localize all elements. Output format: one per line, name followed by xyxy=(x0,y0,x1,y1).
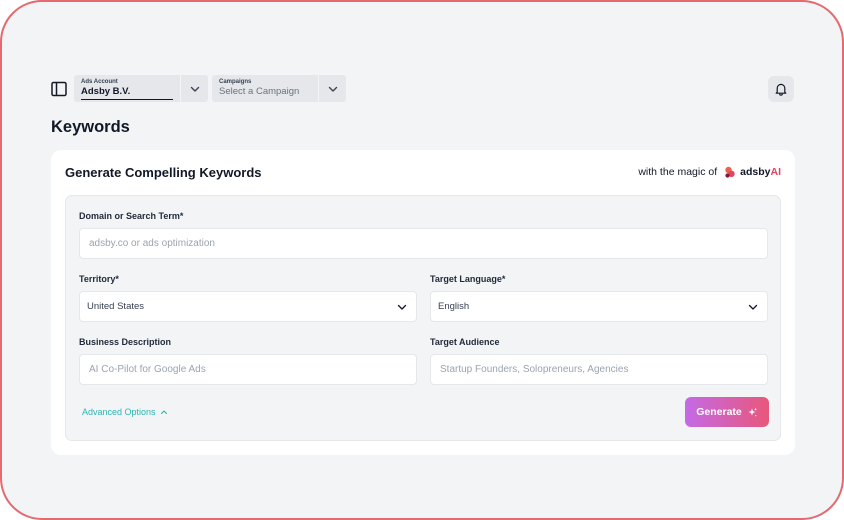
business-description-input[interactable]: AI Co-Pilot for Google Ads xyxy=(79,354,417,385)
campaign-select[interactable]: Campaigns Select a Campaign xyxy=(212,75,346,102)
campaign-field[interactable]: Campaigns Select a Campaign xyxy=(212,75,318,102)
business-label: Business Description xyxy=(79,337,172,347)
brand-name: adsby xyxy=(740,166,771,178)
ads-account-field[interactable]: Ads Account Adsby B.V. xyxy=(74,75,180,102)
language-label: Target Language* xyxy=(430,274,506,284)
campaign-dropdown-button[interactable] xyxy=(318,75,346,102)
ads-account-dropdown-button[interactable] xyxy=(180,75,208,102)
notifications-button[interactable] xyxy=(768,76,794,102)
campaigns-value: Select a Campaign xyxy=(219,86,300,97)
brand-line: with the magic of adsbyAI xyxy=(638,165,781,179)
ads-account-select[interactable]: Ads Account Adsby B.V. xyxy=(74,75,208,102)
domain-input[interactable]: adsby.co or ads optimization xyxy=(79,228,768,259)
ads-account-value: Adsby B.V. xyxy=(81,86,131,97)
domain-label: Domain or Search Term* xyxy=(79,211,184,221)
territory-select[interactable]: United States xyxy=(79,291,417,322)
app-window: Ads Account Adsby B.V. Campaigns Select … xyxy=(0,0,844,520)
advanced-options-label: Advanced Options xyxy=(82,407,156,417)
card-title: Generate Compelling Keywords xyxy=(65,165,262,180)
chevron-down-icon xyxy=(748,304,758,310)
chevron-down-icon xyxy=(328,86,337,92)
campaigns-label: Campaigns xyxy=(219,79,252,85)
chevron-down-icon xyxy=(190,86,199,92)
territory-value: United States xyxy=(87,301,145,312)
sidebar-toggle-icon[interactable] xyxy=(50,80,68,98)
advanced-options-toggle[interactable]: Advanced Options xyxy=(82,407,168,417)
brand-prefix: with the magic of xyxy=(638,166,718,178)
target-audience-input[interactable]: Startup Founders, Solopreneurs, Agencies xyxy=(430,354,768,385)
generate-button[interactable]: Generate xyxy=(685,397,769,427)
ads-account-underline xyxy=(81,98,173,100)
territory-label: Territory* xyxy=(79,274,119,284)
chevron-up-icon xyxy=(160,410,167,415)
generate-label: Generate xyxy=(696,406,742,418)
chevron-down-icon xyxy=(397,304,407,310)
audience-label: Target Audience xyxy=(430,337,500,347)
bell-icon xyxy=(775,83,787,96)
keyword-form: Domain or Search Term* adsby.co or ads o… xyxy=(65,195,781,441)
keyword-generator-card: Generate Compelling Keywords with the ma… xyxy=(51,150,795,455)
sparkle-icon xyxy=(748,407,757,417)
brand-ai: AI xyxy=(770,166,782,178)
language-select[interactable]: English xyxy=(430,291,768,322)
language-value: English xyxy=(438,301,470,312)
page-title: Keywords xyxy=(51,118,130,136)
adsby-logo: adsbyAI xyxy=(723,165,781,179)
adsby-logo-icon xyxy=(725,166,735,178)
ads-account-label: Ads Account xyxy=(81,79,118,85)
